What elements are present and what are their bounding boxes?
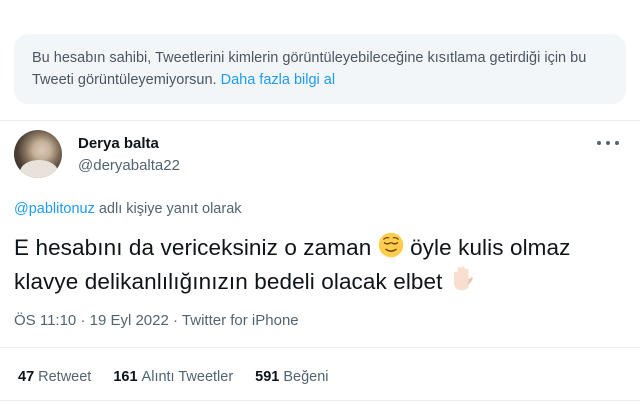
author-name[interactable]: Derya balta bbox=[78, 135, 159, 152]
raised-hand-icon bbox=[453, 266, 473, 291]
divider bbox=[0, 400, 640, 401]
tweet-date[interactable]: 19 Eyl 2022 bbox=[90, 312, 169, 329]
tweet-stats: 47 Retweet 161 Alıntı Tweetler 591 Beğeni bbox=[18, 369, 351, 385]
likes-count: 591 bbox=[255, 369, 280, 385]
divider bbox=[0, 120, 640, 121]
reply-mention-link[interactable]: @pablitonuz bbox=[14, 201, 95, 217]
avatar[interactable] bbox=[14, 130, 62, 178]
reply-text: adlı kişiye yanıt olarak bbox=[98, 201, 242, 217]
retweets-label: Retweet bbox=[38, 369, 92, 385]
meta-separator: · bbox=[80, 312, 90, 329]
likes-stat[interactable]: 591 Beğeni bbox=[255, 369, 328, 385]
retweets-count: 47 bbox=[18, 369, 35, 385]
quotes-count: 161 bbox=[113, 369, 138, 385]
likes-label: Beğeni bbox=[283, 369, 329, 385]
learn-more-link[interactable]: Daha fazla bilgi al bbox=[221, 72, 335, 88]
more-options-icon[interactable] bbox=[597, 136, 619, 150]
tweet-line1-a: E hesabını da vericeksiniz o zaman bbox=[14, 235, 372, 260]
quote-tweets-stat[interactable]: 161 Alıntı Tweetler bbox=[113, 369, 233, 385]
tweet-source: Twitter for iPhone bbox=[181, 312, 299, 329]
quotes-label: Alıntı Tweetler bbox=[141, 369, 234, 385]
meta-separator: · bbox=[173, 312, 182, 329]
divider bbox=[0, 347, 640, 348]
reply-context: @pablitonuz adlı kişiye yanıt olarak bbox=[14, 201, 242, 217]
relieved-face-icon bbox=[378, 232, 403, 258]
tweet-text: E hesabını da vericeksiniz o zaman öyle … bbox=[14, 232, 629, 298]
tweet-line2: klavye delikanlılığınızın bedeli olacak … bbox=[14, 269, 443, 294]
author-handle[interactable]: @deryabalta22 bbox=[78, 157, 180, 174]
tweet-meta: ÖS 11:10 · 19 Eyl 2022 · Twitter for iPh… bbox=[14, 312, 299, 329]
retweets-stat[interactable]: 47 Retweet bbox=[18, 369, 91, 385]
restricted-notice: Bu hesabın sahibi, Tweetlerini kimlerin … bbox=[14, 34, 626, 104]
tweet-line1-b: öyle kulis olmaz bbox=[410, 235, 571, 260]
tweet-time[interactable]: ÖS 11:10 bbox=[14, 312, 76, 329]
